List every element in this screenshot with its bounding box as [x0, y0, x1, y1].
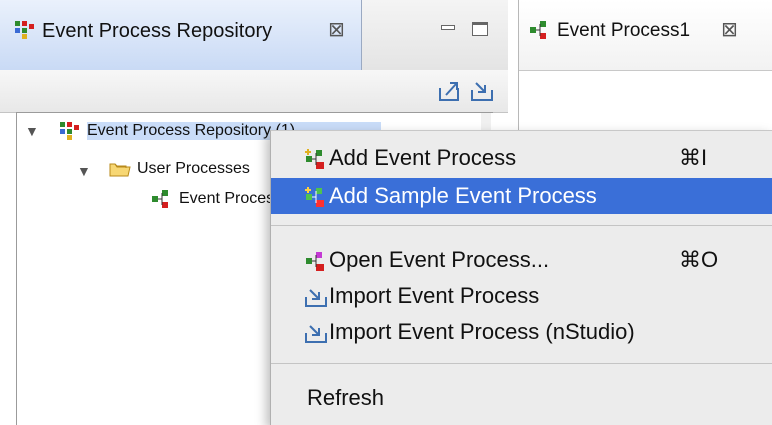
folder-icon	[109, 160, 131, 178]
tree-item-label: User Processes	[137, 160, 250, 177]
add-event-process-icon	[305, 148, 327, 170]
import-icon	[305, 286, 327, 308]
minimize-icon[interactable]	[440, 22, 456, 36]
import-icon[interactable]	[470, 80, 494, 102]
menu-item-label: Import Event Process (nStudio)	[329, 319, 635, 344]
menu-item-import-event-process-nstudio[interactable]: Import Event Process (nStudio)	[271, 314, 772, 350]
import-icon	[305, 322, 327, 344]
tab-event-process-repository[interactable]: Event Process Repository ⊠	[0, 0, 362, 70]
view-toolbar	[0, 70, 508, 113]
menu-item-open-event-process[interactable]: Open Event Process... ⌘O	[271, 242, 772, 278]
event-process-icon	[529, 20, 551, 40]
expand-twisty-icon[interactable]: ▼	[25, 123, 39, 139]
maximize-icon[interactable]	[472, 22, 488, 36]
tab-title: Event Process1	[557, 20, 691, 41]
menu-separator	[271, 363, 772, 364]
repository-icon	[59, 121, 81, 141]
menu-item-add-sample-event-process[interactable]: Add Sample Event Process	[271, 178, 772, 214]
expand-twisty-icon[interactable]: ▼	[77, 163, 91, 179]
menu-item-label: Add Sample Event Process	[329, 183, 597, 208]
editor-tab-bar: Event Process1 ⊠	[519, 0, 772, 71]
menu-item-label: Open Event Process...	[329, 247, 550, 272]
menu-item-add-event-process[interactable]: Add Event Process ⌘I	[271, 140, 772, 176]
menu-item-shortcut: ⌘O	[679, 247, 719, 272]
menu-item-label: Import Event Process	[329, 283, 540, 308]
view-tab-bar: Event Process Repository ⊠	[0, 0, 508, 71]
menu-item-refresh[interactable]: Refresh	[271, 380, 772, 416]
export-icon[interactable]	[438, 80, 462, 102]
repository-icon	[14, 20, 36, 40]
menu-item-import-event-process[interactable]: Import Event Process	[271, 278, 772, 314]
event-process-icon	[305, 250, 327, 272]
context-menu: Add Event Process ⌘I Add Sample Event Pr…	[270, 130, 772, 425]
close-tab-icon[interactable]: ⊠	[721, 20, 738, 40]
menu-item-label: Add Event Process	[329, 145, 517, 170]
menu-item-shortcut: ⌘I	[679, 145, 708, 170]
tab-title: Event Process Repository	[42, 20, 273, 42]
close-tab-icon[interactable]: ⊠	[328, 20, 345, 40]
tree-item-user-processes[interactable]: User Processes	[109, 155, 250, 183]
event-process-icon	[151, 189, 173, 209]
add-sample-event-process-icon	[305, 186, 327, 208]
menu-item-label: Refresh	[307, 385, 385, 410]
menu-separator	[271, 225, 772, 226]
tab-event-process1[interactable]: Event Process1 ⊠	[519, 0, 772, 70]
